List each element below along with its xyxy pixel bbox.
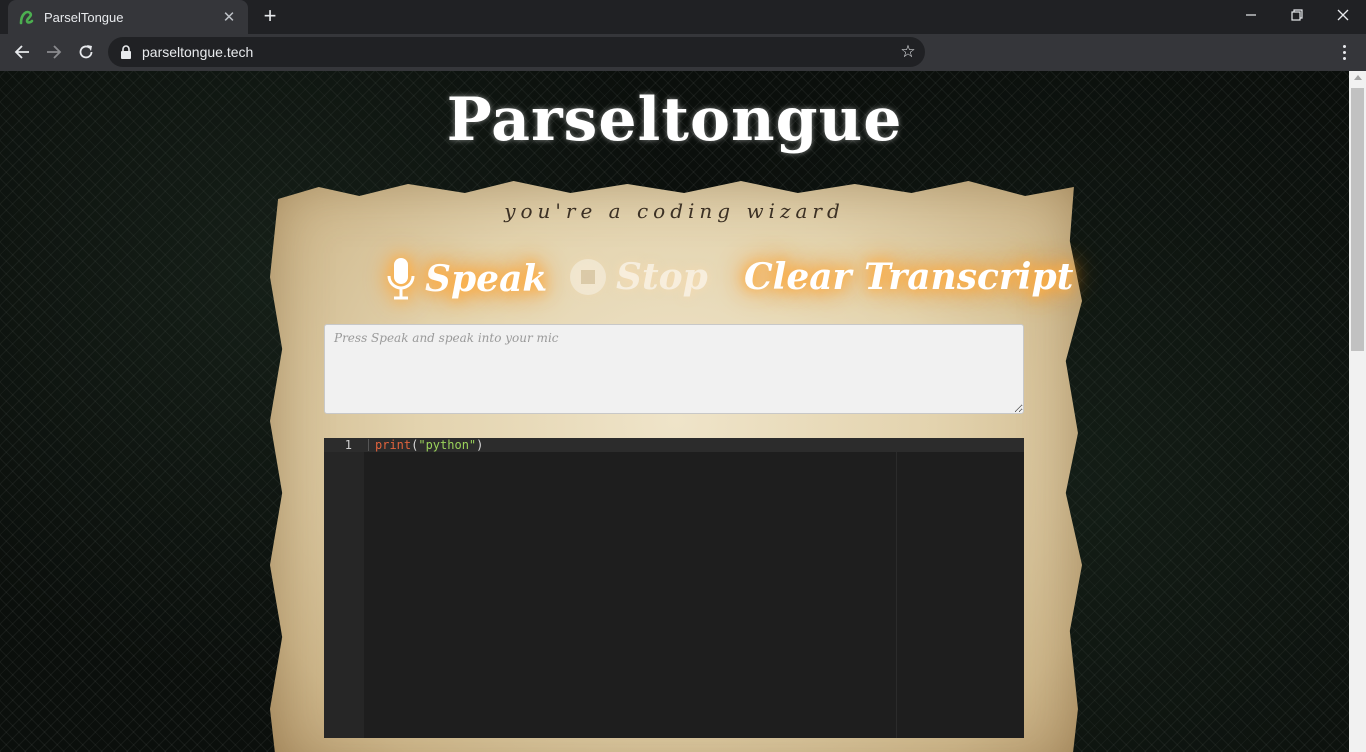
restore-button[interactable] (1274, 0, 1320, 30)
editor-gutter (324, 438, 364, 738)
code-string: "python" (418, 438, 477, 452)
address-bar[interactable]: parseltongue.tech ☆ (108, 37, 925, 67)
code-editor[interactable]: 1 print("python") (324, 438, 1024, 738)
url-text: parseltongue.tech (142, 44, 254, 60)
line-number: 1 (344, 438, 352, 452)
forward-button[interactable] (40, 38, 68, 66)
transcript-input[interactable] (324, 324, 1024, 414)
reload-icon (79, 45, 93, 59)
menu-icon[interactable] (1334, 38, 1354, 66)
tab-title: ParselTongue (44, 9, 124, 25)
microphone-icon (387, 258, 415, 300)
close-window-button[interactable] (1320, 0, 1366, 30)
clear-transcript-button[interactable]: Clear Transcript (744, 256, 1073, 298)
code-paren-close: ) (476, 438, 484, 452)
code-line[interactable]: print("python") (375, 438, 483, 452)
lock-icon (121, 45, 131, 59)
star-icon[interactable]: ☆ (891, 42, 925, 62)
browser-toolbar: parseltongue.tech ☆ (0, 34, 1366, 71)
stop-icon (570, 259, 606, 295)
back-icon (14, 45, 29, 59)
minimize-icon (1246, 14, 1256, 16)
reload-button[interactable] (72, 38, 100, 66)
print-margin (896, 452, 897, 738)
gutter-divider (368, 439, 369, 451)
browser-tab[interactable]: ParselTongue ✕ (8, 0, 248, 34)
favicon-icon (19, 10, 34, 25)
new-tab-button[interactable]: + (258, 5, 282, 28)
page-viewport: Parseltongue you're a coding wizard Spea… (0, 71, 1349, 752)
restore-icon (1291, 9, 1303, 21)
scroll-up-icon[interactable] (1354, 75, 1362, 80)
tab-strip: ParselTongue ✕ + (0, 0, 1366, 34)
code-function: print (375, 438, 412, 452)
page-title: Parseltongue (446, 85, 903, 155)
stop-label: Stop (616, 256, 708, 298)
page-scrollbar[interactable] (1349, 71, 1366, 752)
stop-button[interactable]: Stop (568, 256, 708, 298)
speak-label: Speak (425, 258, 548, 300)
close-icon (1337, 9, 1349, 21)
scrollbar-thumb[interactable] (1351, 88, 1364, 351)
tab-close-icon[interactable]: ✕ (220, 8, 238, 26)
speak-button[interactable]: Speak (385, 256, 547, 302)
back-button[interactable] (8, 38, 36, 66)
clear-transcript-label: Clear Transcript (744, 256, 1074, 298)
page-subtitle: you're a coding wizard (504, 199, 845, 223)
forward-icon (47, 45, 62, 59)
minimize-button[interactable] (1228, 0, 1274, 30)
